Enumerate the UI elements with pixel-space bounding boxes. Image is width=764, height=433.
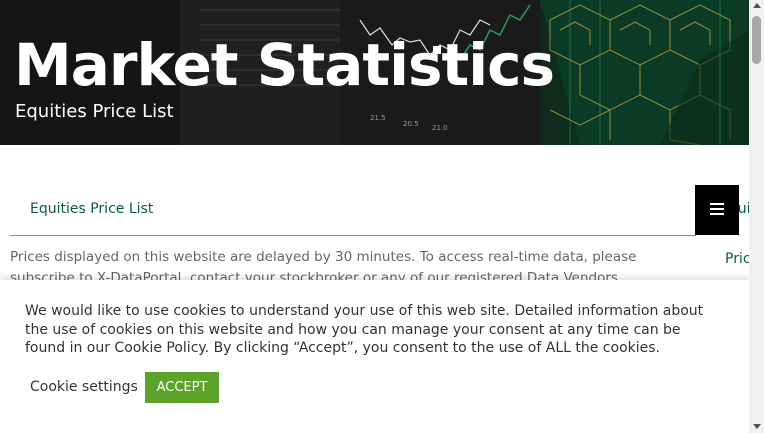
hamburger-menu-button[interactable] [695, 185, 739, 235]
side-nav-label[interactable]: Pric [725, 251, 751, 267]
accept-cookies-button[interactable]: ACCEPT [145, 372, 219, 403]
chart-tick-label: 21.5 [370, 114, 386, 122]
section-divider [10, 235, 696, 236]
page-subtitle: Equities Price List [15, 101, 174, 122]
section-tab-equities-price-list[interactable]: Equities Price List [30, 201, 153, 217]
cookie-settings-link[interactable]: Cookie settings [30, 379, 138, 395]
page-scrollbar[interactable] [749, 0, 764, 433]
page-title: Market Statistics [14, 31, 555, 99]
scrollbar-thumb[interactable] [752, 16, 761, 64]
cookie-message: We would like to use cookies to understa… [25, 303, 704, 356]
hero-banner: 21.5 20.5 21.0 Market Statistics Equitie… [0, 0, 749, 145]
chart-tick-label: 21.0 [432, 124, 448, 132]
scroll-down-arrow-icon[interactable] [753, 424, 761, 429]
scroll-up-arrow-icon[interactable] [753, 3, 761, 8]
hamburger-menu-icon [710, 203, 724, 218]
chart-tick-label: 20.5 [403, 120, 419, 128]
cookie-banner: We would like to use cookies to understa… [0, 280, 749, 433]
